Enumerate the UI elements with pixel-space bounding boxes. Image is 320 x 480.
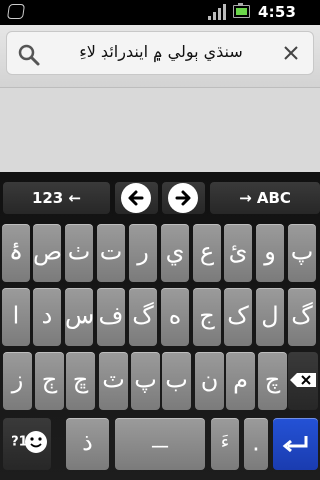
search-field[interactable]: سنڌي ٻولي ۾ ايندرائڊ لاءِ [6,31,314,75]
key-row1-8[interactable]: ٺ [65,224,93,282]
period-key[interactable]: . [244,418,268,470]
soft-keyboard: 123 ← → ABC ?1: ذ ـــ ءَ . پ و ئ ع ي ر ت… [0,172,320,480]
key-row1-5[interactable]: ي [161,224,189,282]
notification-icon [6,4,26,19]
key-row2-2[interactable]: ل [256,288,284,346]
key-thal[interactable]: ذ [66,418,109,470]
signal-icon [208,4,226,20]
key-row1-9[interactable]: ص [33,224,62,282]
key-row2-10[interactable]: ا [2,288,30,346]
key-row2-3[interactable]: ک [224,288,252,346]
key-row3-2[interactable]: م [226,352,255,410]
battery-icon [233,3,250,18]
key-row1-2[interactable]: و [256,224,284,282]
enter-icon [282,436,308,453]
cursor-left-button[interactable] [115,182,158,214]
key-hamza[interactable]: ءَ [211,418,239,470]
key-row3-6[interactable]: ٽ [99,352,128,410]
key-row1-4[interactable]: ع [193,224,221,282]
key-row2-5[interactable]: ه [161,288,189,346]
search-bar: سنڌي ٻولي ۾ ايندرائڊ لاءِ [0,25,320,88]
lang-switch-123[interactable]: 123 ← [3,182,110,214]
key-row3-5[interactable]: پ [131,352,160,410]
key-row2-7[interactable]: ف [97,288,125,346]
key-row1-10[interactable]: ۂ [2,224,30,282]
key-row2-4[interactable]: ج [193,288,221,346]
close-icon[interactable] [281,43,301,63]
space-key[interactable]: ـــ [115,418,205,470]
backspace-icon [290,373,316,387]
key-row3-3[interactable]: ن [195,352,224,410]
lang-switch-abc[interactable]: → ABC [210,182,320,214]
key-row3-7[interactable]: ڇ [66,352,95,410]
smiley-icon [25,431,47,453]
key-row1-7[interactable]: ت [97,224,125,282]
key-row1-1[interactable]: پ [288,224,316,282]
arrow-right-icon [168,183,198,213]
key-row1-3[interactable]: ئ [224,224,252,282]
enter-button[interactable] [273,418,318,470]
symbols-key[interactable]: ?1: [3,418,51,470]
key-row3-4[interactable]: ب [162,352,191,410]
key-row2-6[interactable]: گ [129,288,157,346]
key-row2-1[interactable]: گ [288,288,316,346]
key-row3-1[interactable]: چ [258,352,287,410]
key-row2-8[interactable]: س [65,288,94,346]
cursor-right-button[interactable] [162,182,205,214]
content-area [0,88,320,172]
search-icon [18,44,40,66]
arrow-left-icon [121,183,151,213]
backspace-button[interactable] [288,352,318,410]
search-input[interactable]: سنڌي ٻولي ۾ ايندرائڊ لاءِ [49,42,273,66]
key-row1-6[interactable]: ر [129,224,157,282]
key-row3-9[interactable]: ز [3,352,32,410]
key-row3-8[interactable]: ڄ [35,352,64,410]
key-row2-9[interactable]: د [33,288,61,346]
status-bar: 4:53 pm [0,0,320,39]
